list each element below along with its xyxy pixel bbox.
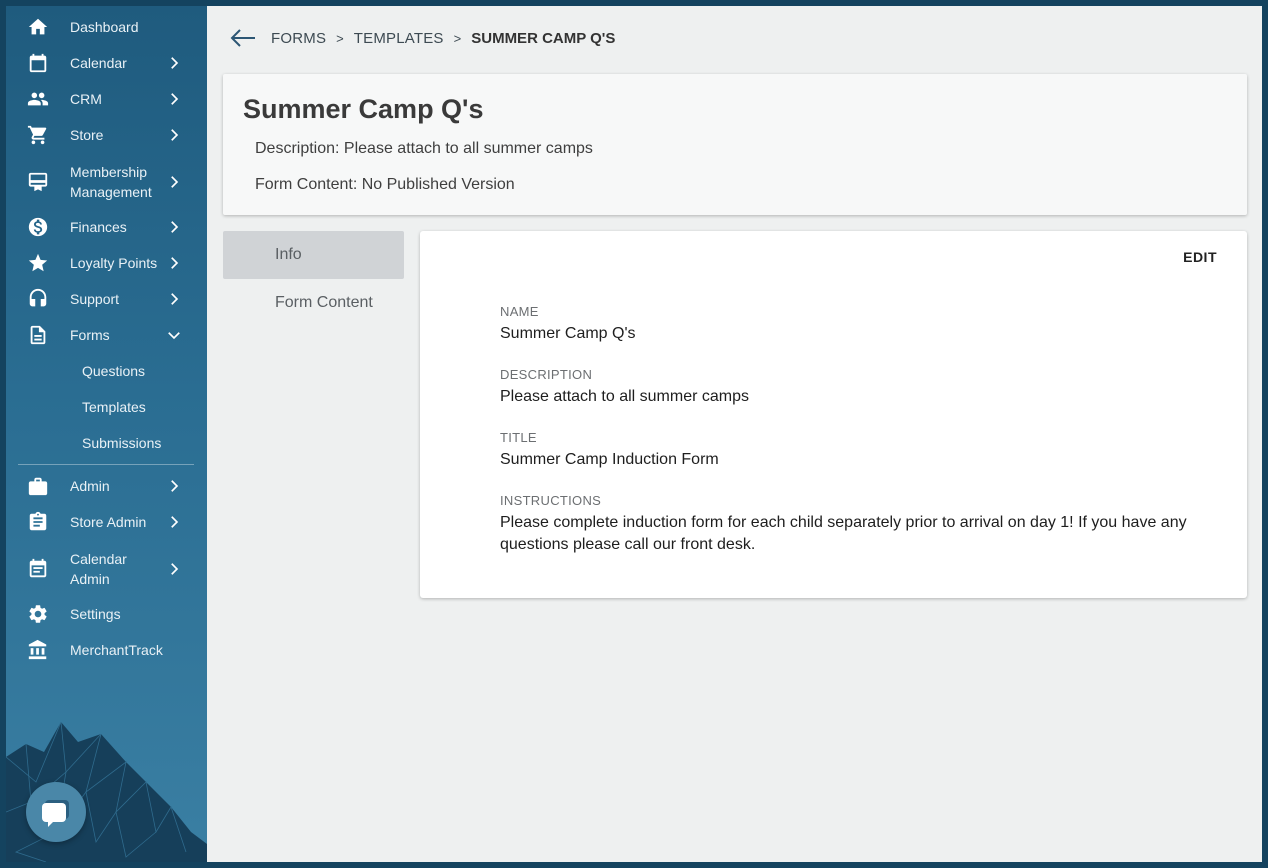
tab-label: Form Content: [275, 294, 373, 311]
sidebar-subitem-templates[interactable]: Templates: [6, 389, 207, 425]
sidebar-item-store-admin[interactable]: Store Admin: [6, 504, 207, 540]
info-card: EDIT NAME Summer Camp Q's DESCRIPTION Pl…: [420, 231, 1247, 598]
sidebar-subitem-submissions[interactable]: Submissions: [6, 425, 207, 461]
sidebar-subitem-questions[interactable]: Questions: [6, 353, 207, 389]
sidebar-item-store[interactable]: Store: [6, 117, 207, 153]
chevron-right-icon: [164, 53, 184, 73]
headset-icon: [26, 287, 50, 311]
dollar-circle-icon: [26, 215, 50, 239]
field-label: NAME: [500, 304, 539, 319]
sidebar-item-label: MerchantTrack: [70, 642, 163, 658]
tab-info[interactable]: Info: [223, 231, 404, 279]
field-name: NAME Summer Camp Q's: [500, 304, 1200, 345]
field-value: Please attach to all summer camps: [500, 388, 749, 405]
sidebar-item-label: Membership: [70, 164, 148, 180]
chevron-right-icon: [164, 289, 184, 309]
sidebar-item-label-line2: Admin: [70, 571, 110, 587]
chevron-right-icon: [164, 125, 184, 145]
sidebar: Dashboard Calendar CRM Store Membership: [6, 6, 207, 862]
sidebar-item-label: Admin: [70, 478, 110, 494]
sidebar-subitem-label: Templates: [82, 399, 146, 415]
main-content: FORMS > TEMPLATES > SUMMER CAMP Q'S Summ…: [207, 6, 1262, 862]
app-window: Dashboard Calendar CRM Store Membership: [6, 6, 1262, 862]
edit-button[interactable]: EDIT: [1179, 247, 1221, 267]
sidebar-item-label: Store Admin: [70, 514, 147, 530]
chevron-right-icon: [164, 89, 184, 109]
chevron-right-icon: [164, 253, 184, 273]
briefcase-icon: [26, 474, 50, 498]
header-description: Description: Please attach to all summer…: [255, 140, 593, 157]
sidebar-item-label: Forms: [70, 327, 110, 343]
star-icon: [26, 251, 50, 275]
event-note-icon: [26, 557, 50, 581]
chat-bubble-icon: [42, 800, 69, 827]
chevron-right-icon: [164, 217, 184, 237]
template-header-card: Summer Camp Q's Description: Please atta…: [223, 74, 1247, 215]
sidebar-item-settings[interactable]: Settings: [6, 596, 207, 632]
sidebar-item-finances[interactable]: Finances: [6, 209, 207, 245]
sidebar-item-label: Store: [70, 127, 104, 143]
field-title: TITLE Summer Camp Induction Form: [500, 430, 1200, 471]
calendar-icon: [26, 51, 50, 75]
sidebar-item-loyalty-points[interactable]: Loyalty Points: [6, 245, 207, 281]
sidebar-item-label-line2: Management: [70, 184, 152, 200]
sidebar-item-label: Settings: [70, 606, 121, 622]
sidebar-item-forms[interactable]: Forms: [6, 317, 207, 353]
breadcrumb-forms[interactable]: FORMS: [271, 30, 326, 47]
sidebar-item-dashboard[interactable]: Dashboard: [6, 9, 207, 45]
field-description: DESCRIPTION Please attach to all summer …: [500, 367, 1200, 408]
people-icon: [26, 87, 50, 111]
sidebar-item-admin[interactable]: Admin: [6, 468, 207, 504]
sidebar-item-label: Dashboard: [70, 19, 139, 35]
tab-label: Info: [275, 246, 302, 263]
field-label: INSTRUCTIONS: [500, 493, 602, 508]
card-membership-icon: [26, 170, 50, 194]
field-instructions: INSTRUCTIONS Please complete induction f…: [500, 493, 1200, 556]
sidebar-item-calendar-admin[interactable]: Calendar Admin: [6, 549, 207, 589]
sidebar-item-calendar[interactable]: Calendar: [6, 45, 207, 81]
breadcrumb-templates[interactable]: TEMPLATES: [354, 30, 444, 47]
sidebar-item-label: Support: [70, 291, 120, 307]
chevron-right-icon: [164, 559, 184, 579]
header-form-content: Form Content: No Published Version: [255, 176, 515, 193]
field-label: DESCRIPTION: [500, 367, 593, 382]
sidebar-subitem-label: Questions: [82, 363, 146, 379]
sidebar-divider: [18, 464, 194, 465]
sidebar-item-label: Calendar: [70, 551, 127, 567]
breadcrumb: FORMS > TEMPLATES > SUMMER CAMP Q'S: [229, 26, 615, 50]
sidebar-subitem-label: Submissions: [82, 435, 162, 451]
tab-form-content[interactable]: Form Content: [223, 279, 404, 327]
sidebar-item-crm[interactable]: CRM: [6, 81, 207, 117]
gear-icon: [26, 602, 50, 626]
field-value: Summer Camp Q's: [500, 325, 636, 342]
chevron-right-icon: [164, 512, 184, 532]
field-value: Please complete induction form for each …: [500, 514, 1187, 553]
field-label: TITLE: [500, 430, 537, 445]
breadcrumb-separator: >: [453, 30, 462, 46]
chevron-right-icon: [164, 172, 184, 192]
sidebar-item-label: Loyalty Points: [70, 255, 158, 271]
back-arrow-icon[interactable]: [229, 26, 259, 50]
sidebar-item-membership-management[interactable]: Membership Management: [6, 162, 207, 202]
clipboard-icon: [26, 510, 50, 534]
sidebar-item-label: CRM: [70, 91, 102, 107]
breadcrumb-current: SUMMER CAMP Q'S: [471, 29, 616, 47]
breadcrumb-separator: >: [336, 30, 344, 46]
sidebar-item-label: Calendar: [70, 55, 127, 71]
field-value: Summer Camp Induction Form: [500, 451, 719, 468]
document-icon: [26, 323, 50, 347]
sidebar-item-support[interactable]: Support: [6, 281, 207, 317]
chevron-right-icon: [164, 476, 184, 496]
home-icon: [26, 15, 50, 39]
sidebar-item-merchanttrack[interactable]: MerchantTrack: [6, 632, 207, 668]
sidebar-item-label: Finances: [70, 219, 127, 235]
bank-icon: [26, 638, 50, 662]
cart-icon: [26, 123, 50, 147]
chevron-down-icon: [164, 325, 184, 345]
chat-button[interactable]: [26, 782, 86, 842]
page-title: Summer Camp Q's: [243, 94, 484, 124]
